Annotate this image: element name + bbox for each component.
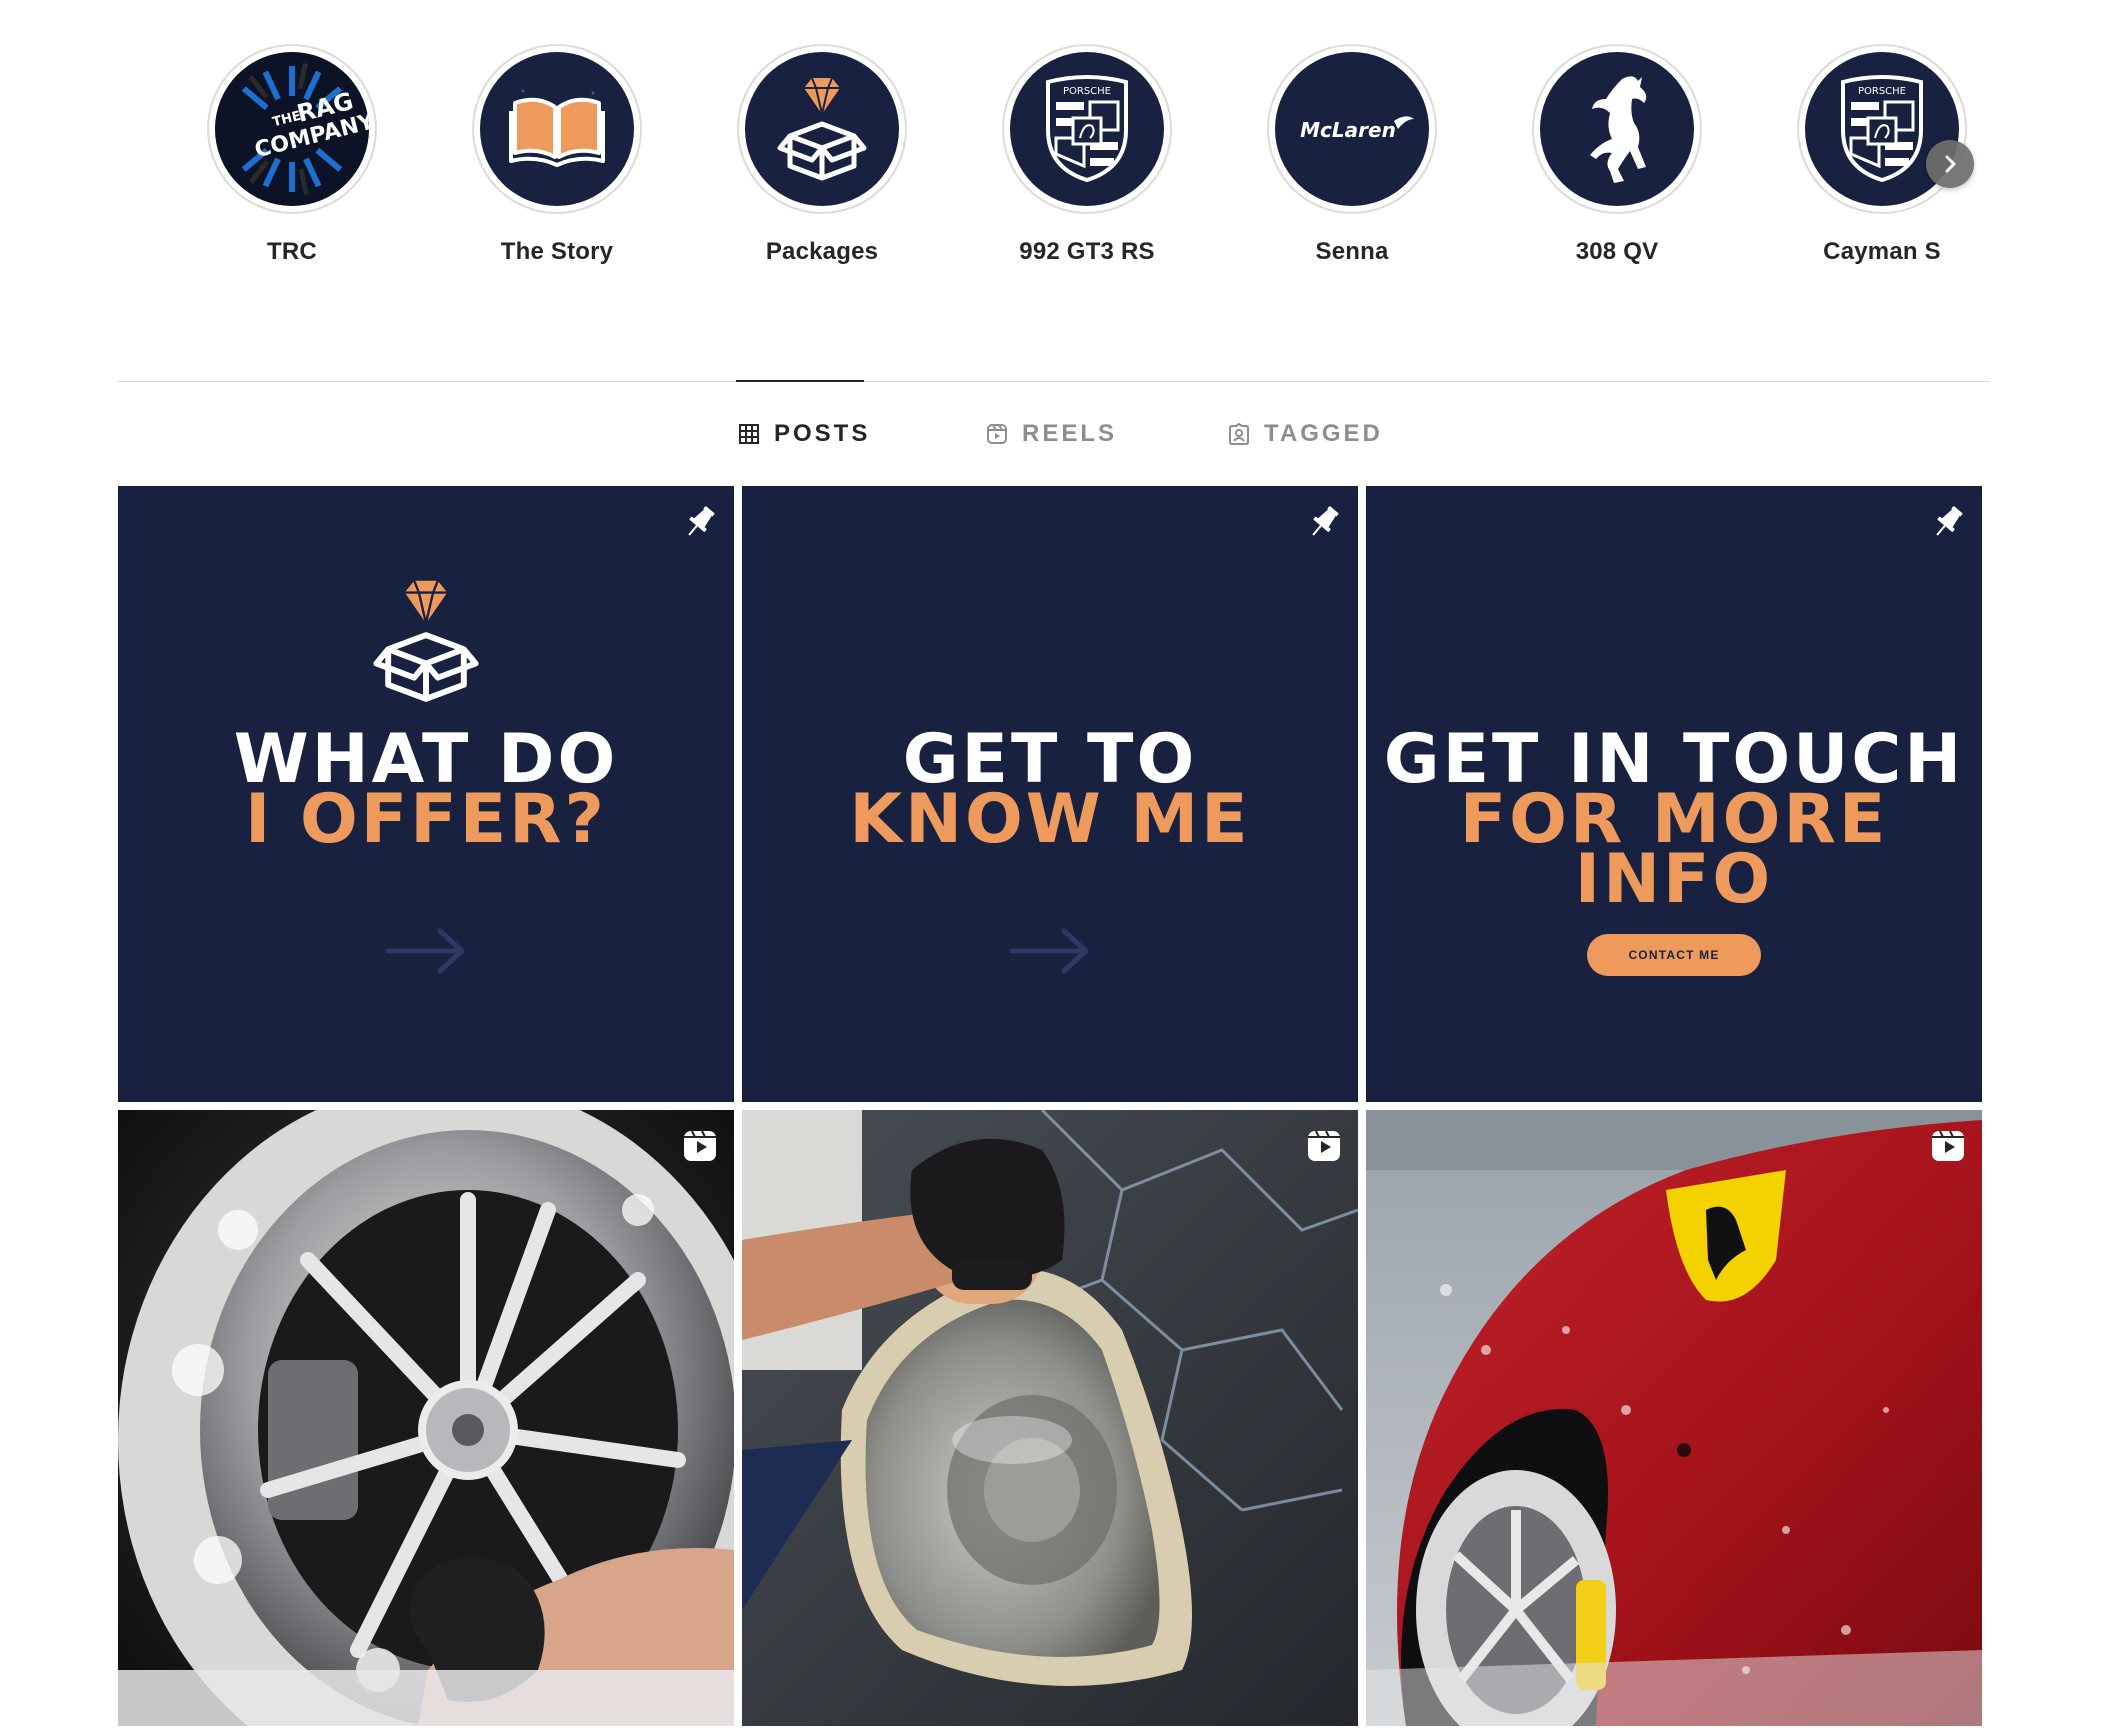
porsche-crest-icon: PORSCHE [1010,52,1164,206]
arrow-right-icon [1009,926,1090,981]
rag-company-logo: THE RAG COMPANY [215,52,369,206]
heading-line-2: KNOW ME [849,780,1251,859]
active-tab-indicator [736,380,864,382]
prancing-horse-icon [1540,52,1694,206]
open-book-icon [480,52,634,206]
heading-line-2: I OFFER? [245,780,607,859]
ferrari-wash-photo [1366,1110,1982,1726]
tabs-divider [118,381,1990,382]
arrow-right-icon [385,926,466,981]
mclaren-logo: McLaren [1275,52,1429,206]
highlight-ring: PORSCHE [1797,44,1967,214]
reel-icon [680,1126,720,1166]
wheel-wash-photo [118,1110,734,1726]
mclaren-wordmark: McLaren [1300,118,1396,142]
highlight-label: 308 QV [1575,238,1659,265]
pin-icon [680,502,720,547]
highlight-ring [472,44,642,214]
posts-grid: WHAT DO I OFFER? GET TO KNOW ME GET IN T… [118,486,1982,1730]
diamond-box-icon [745,52,899,206]
tab-tagged-label: TAGGED [1264,420,1383,447]
crest-text: PORSCHE [1858,86,1906,97]
heading-line-2: FOR MORE INFO [1459,780,1889,919]
grid-icon [739,424,759,444]
post-tile-get-to-know-me[interactable]: GET TO KNOW ME [742,486,1358,1102]
highlight-trc[interactable]: THE RAG COMPANY TRC [202,44,382,266]
highlight-packages[interactable]: Packages [732,44,912,266]
story-highlights: THE RAG COMPANY TRC The Story Packages P… [0,0,2110,300]
post-tile-get-in-touch[interactable]: GET IN TOUCH FOR MORE INFO CONTACT ME [1366,486,1982,1102]
post-tile-wheel-wash-reel[interactable] [118,1110,734,1726]
post-tile-headlight-reel[interactable] [742,1110,1358,1726]
highlight-ring [1532,44,1702,214]
highlight-ring [737,44,907,214]
diamond-box-icon [366,576,486,711]
highlight-label: 992 GT3 RS [1019,238,1155,265]
highlight-label: The Story [500,238,614,265]
tab-tagged[interactable]: TAGGED [1228,420,1383,448]
highlight-ring: McLaren [1267,44,1437,214]
tagged-icon [1229,423,1249,445]
reel-icon [1928,1126,1968,1166]
highlight-ring: PORSCHE [1002,44,1172,214]
highlight-label: Senna [1315,238,1389,265]
highlights-next-button[interactable] [1926,140,1974,188]
highlight-ring: THE RAG COMPANY [207,44,377,214]
highlight-992-gt3-rs[interactable]: PORSCHE 992 GT3 RS [997,44,1177,266]
highlight-label: TRC [267,238,317,265]
contact-me-button[interactable]: CONTACT ME [1587,934,1761,976]
headlight-polish-photo [742,1110,1358,1726]
highlight-label: Packages [765,238,879,265]
highlight-label: Cayman S [1823,238,1941,265]
highlight-senna[interactable]: McLaren Senna [1262,44,1442,266]
reel-icon [1304,1126,1344,1166]
pin-icon [1304,502,1344,547]
tab-reels[interactable]: REELS [986,420,1117,448]
crest-text: PORSCHE [1063,86,1111,97]
highlight-the-story[interactable]: The Story [467,44,647,266]
post-heading: GET TO KNOW ME [742,726,1358,859]
tab-reels-label: REELS [1022,420,1118,447]
post-tile-what-do-i-offer[interactable]: WHAT DO I OFFER? [118,486,734,1102]
post-heading: WHAT DO I OFFER? [118,726,734,859]
tab-posts[interactable]: POSTS [738,420,870,448]
tab-posts-label: POSTS [774,420,871,447]
post-tile-ferrari-reel[interactable] [1366,1110,1982,1726]
highlight-308-qv[interactable]: 308 QV [1527,44,1707,266]
pin-icon [1928,502,1968,547]
chevron-right-icon [1945,155,1956,173]
post-heading: GET IN TOUCH FOR MORE INFO [1366,726,1982,919]
reels-icon [987,424,1007,444]
